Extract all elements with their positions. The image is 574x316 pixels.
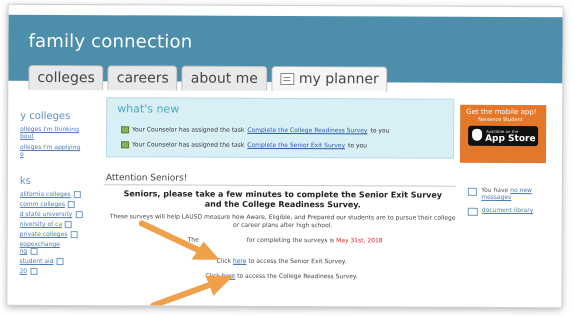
task-text: Your Counselor has assigned the task	[132, 126, 245, 134]
task-suffix: to you	[370, 127, 390, 135]
sidebar-link[interactable]: niversity of ca	[20, 221, 62, 228]
deadline-date: May 31st, 2018	[336, 237, 383, 245]
sidebar-link[interactable]: 20	[19, 268, 27, 275]
sidebar-link[interactable]: d state university	[20, 211, 73, 218]
whats-new-title: what's new	[117, 102, 180, 116]
folder-icon	[467, 207, 478, 216]
links-heading: ks	[19, 175, 31, 187]
section-divider	[103, 184, 456, 187]
attention-title: Attention Seniors!	[105, 173, 188, 184]
library-row: document library	[467, 207, 558, 216]
mail-icon	[467, 187, 478, 196]
my-colleges-heading: y colleges	[20, 110, 71, 123]
whats-new-item: Your Counselor has assigned the task Com…	[121, 126, 389, 134]
whats-new-panel: what's new Your Counselor has assigned t…	[105, 97, 455, 159]
left-sidebar: y colleges olleges I'm thinking bout oll…	[19, 83, 104, 275]
my-colleges-list: olleges I'm thinking bout olleges I'm ap…	[20, 126, 104, 158]
applying-to-link[interactable]: olleges I'm applying	[20, 144, 104, 151]
external-link-icon	[65, 221, 73, 229]
exit-suffix: to access the Senior Exit Survey.	[248, 257, 347, 266]
sidebar-link[interactable]: ng	[20, 248, 28, 255]
document-library-link[interactable]: document library	[482, 207, 534, 216]
external-link-icon	[75, 211, 83, 219]
external-link-icon	[73, 191, 81, 199]
college-readiness-task-link[interactable]: Complete the College Readiness Survey	[247, 127, 367, 135]
attention-body: These surveys will help LAUSD measure ho…	[109, 213, 456, 230]
senior-exit-task-link[interactable]: Complete the Senior Exit Survey	[247, 142, 345, 149]
task-icon	[121, 126, 130, 134]
page-content: y colleges olleges I'm thinking bout oll…	[7, 81, 562, 307]
deadline-prefix: The	[187, 236, 199, 244]
external-link-icon	[67, 201, 75, 209]
links-list: alifornia colleges comm colleges d state…	[19, 191, 103, 275]
click-prefix: Click	[216, 257, 232, 265]
ad-headline: Get the mobile app!	[466, 107, 537, 117]
apple-icon	[472, 128, 483, 141]
senior-exit-access-line: Click here to access the Senior Exit Sur…	[106, 257, 458, 266]
site-header: family connection colleges careers about…	[8, 14, 563, 92]
external-link-icon	[56, 258, 64, 266]
right-sidebar: You have no new messages document librar…	[467, 187, 558, 222]
screenshot-frame: family connection colleges careers about…	[7, 4, 563, 308]
external-link-icon	[70, 231, 78, 239]
app-store-badge[interactable]: Available on the App Store	[468, 125, 539, 147]
senior-exit-here-link[interactable]: here	[233, 258, 247, 265]
ad-subline: Naviance Student	[478, 116, 523, 124]
badge-big-text: App Store	[485, 133, 536, 145]
sidebar-link[interactable]: comm colleges	[20, 201, 65, 208]
mobile-app-ad[interactable]: Get the mobile app! Naviance Student Ava…	[459, 104, 547, 164]
whats-new-item: Your Counselor has assigned the task Com…	[121, 141, 367, 149]
readiness-access-line: Click here to access the College Readine…	[105, 272, 457, 281]
external-link-icon	[30, 247, 38, 255]
deadline-middle: for completing the surveys is	[246, 236, 335, 245]
click-prefix: Click	[205, 272, 220, 280]
thinking-about-link-cont[interactable]: bout	[20, 133, 104, 140]
sidebar-link[interactable]: student aid	[20, 258, 54, 265]
sidebar-link[interactable]: alifornia colleges	[20, 191, 71, 198]
task-icon	[121, 141, 130, 149]
deadline-line: The for completing the surveys is May 31…	[188, 237, 383, 245]
sidebar-link[interactable]: private colleges	[20, 231, 68, 238]
readiness-suffix: to access the College Readiness Survey.	[237, 272, 358, 281]
college-readiness-here-link[interactable]: here	[222, 273, 236, 280]
external-link-icon	[30, 267, 38, 275]
attention-headline: Seniors, please take a few minutes to co…	[123, 189, 443, 210]
messages-row: You have no new messages	[467, 187, 558, 201]
applying-to-link-cont[interactable]: o	[20, 151, 104, 158]
task-suffix: to you	[347, 142, 367, 150]
brand-title: family connection	[28, 30, 193, 53]
task-text: Your Counselor has assigned the task	[132, 141, 245, 149]
